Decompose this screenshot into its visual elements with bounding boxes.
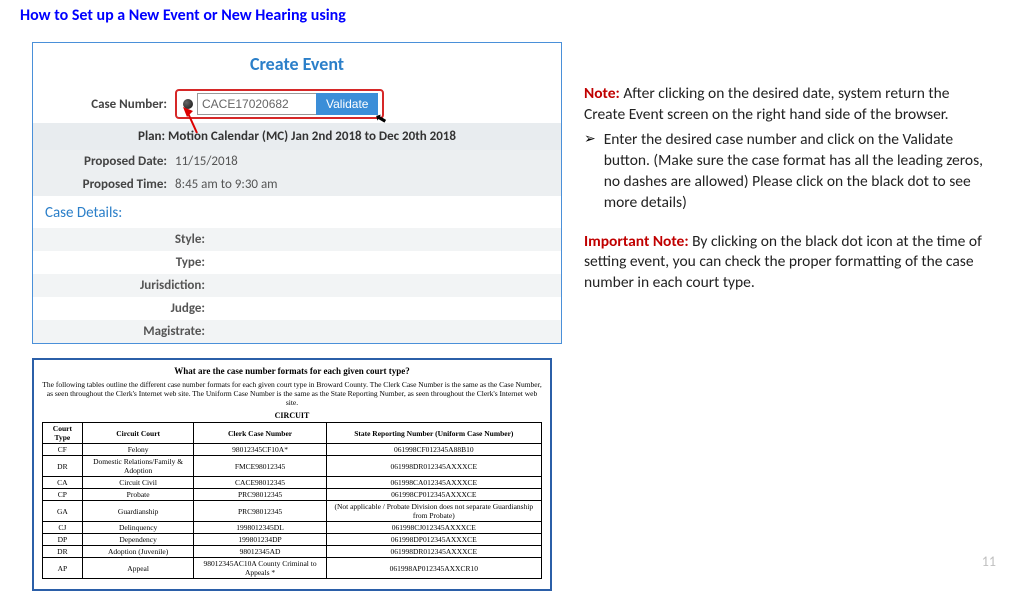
table-cell: 1998012345DL bbox=[194, 522, 326, 534]
table-cell: GA bbox=[43, 501, 83, 522]
left-column: Create Event Case Number: Validate ⬉ Pla… bbox=[32, 42, 562, 591]
circuit-label: CIRCUIT bbox=[42, 411, 542, 420]
judge-label: Judge: bbox=[33, 297, 213, 320]
proposed-time-row: Proposed Time: 8:45 am to 9:30 am bbox=[33, 173, 561, 196]
proposed-time-value: 8:45 am to 9:30 am bbox=[175, 177, 278, 192]
table-header: Clerk Case Number bbox=[194, 423, 326, 444]
table-cell: 061998DR012345AXXXCE bbox=[326, 546, 541, 558]
table-cell: PRC98012345 bbox=[194, 489, 326, 501]
table-cell: 98012345AD bbox=[194, 546, 326, 558]
table-cell: 98012345AC10A County Criminal to Appeals… bbox=[194, 558, 326, 579]
table-row: CJDelinquency1998012345DL061998CJ012345A… bbox=[43, 522, 542, 534]
table-cell: 061998CF012345A88B10 bbox=[326, 444, 541, 456]
bullet-arrow-icon: ➢ bbox=[584, 130, 596, 214]
plan-row: Plan: Motion Calendar (MC) Jan 2nd 2018 … bbox=[33, 123, 561, 150]
proposed-date-label: Proposed Date: bbox=[45, 154, 175, 169]
table-header: State Reporting Number (Uniform Case Num… bbox=[326, 423, 541, 444]
table-header: Circuit Court bbox=[82, 423, 194, 444]
table-cell: Delinquency bbox=[82, 522, 194, 534]
table-row: DRAdoption (Juvenile)98012345AD061998DR0… bbox=[43, 546, 542, 558]
style-label: Style: bbox=[33, 228, 213, 251]
table-cell: DR bbox=[43, 456, 83, 477]
instructions-column: Note: After clicking on the desired date… bbox=[584, 84, 992, 294]
important-paragraph: Important Note: By clicking on the black… bbox=[584, 232, 992, 295]
type-label: Type: bbox=[33, 251, 213, 274]
case-number-label: Case Number: bbox=[45, 97, 175, 112]
panel-heading: Create Event bbox=[33, 43, 561, 85]
table-cell: Appeal bbox=[82, 558, 194, 579]
note-paragraph: Note: After clicking on the desired date… bbox=[584, 84, 992, 126]
table-cell: 061998DP012345AXXXCE bbox=[326, 534, 541, 546]
case-formats-panel: What are the case number formats for eac… bbox=[32, 358, 552, 591]
table-cell: Adoption (Juvenile) bbox=[82, 546, 194, 558]
validate-button[interactable]: Validate bbox=[316, 93, 378, 115]
table-cell: 061998CJ012345AXXXCE bbox=[326, 522, 541, 534]
table-cell: AP bbox=[43, 558, 83, 579]
page-number: 11 bbox=[982, 553, 996, 570]
table-row: CFFelony98012345CF10A*061998CF012345A88B… bbox=[43, 444, 542, 456]
create-event-panel: Create Event Case Number: Validate ⬉ Pla… bbox=[32, 42, 562, 344]
table-cell: Guardianship bbox=[82, 501, 194, 522]
magistrate-label: Magistrate: bbox=[33, 320, 213, 343]
case-number-highlight: Validate ⬉ bbox=[175, 89, 384, 119]
table-cell: (Not applicable / Probate Division does … bbox=[326, 501, 541, 522]
bullet-item: ➢ Enter the desired case number and clic… bbox=[584, 130, 992, 214]
note-label: Note: bbox=[584, 84, 620, 103]
table-cell: Circuit Civil bbox=[82, 477, 194, 489]
table-cell: PRC98012345 bbox=[194, 501, 326, 522]
case-details-heading: Case Details: bbox=[33, 196, 561, 228]
table-cell: Probate bbox=[82, 489, 194, 501]
table-cell: Dependency bbox=[82, 534, 194, 546]
table-row: CACircuit CivilCACE98012345061998CA01234… bbox=[43, 477, 542, 489]
table-row: APAppeal98012345AC10A County Criminal to… bbox=[43, 558, 542, 579]
table-row: CPProbatePRC98012345061998CP012345AXXXCE bbox=[43, 489, 542, 501]
proposed-time-label: Proposed Time: bbox=[45, 177, 175, 192]
formats-intro: The following tables outline the differe… bbox=[42, 380, 542, 407]
table-cell: Felony bbox=[82, 444, 194, 456]
table-cell: DR bbox=[43, 546, 83, 558]
table-row: DPDependency199801234DP061998DP012345AXX… bbox=[43, 534, 542, 546]
table-cell: Domestic Relations/Family & Adoption bbox=[82, 456, 194, 477]
proposed-date-row: Proposed Date: 11/15/2018 bbox=[33, 150, 561, 173]
table-cell: 98012345CF10A* bbox=[194, 444, 326, 456]
bullet-text: Enter the desired case number and click … bbox=[604, 130, 992, 214]
table-header: Court Type bbox=[43, 423, 83, 444]
proposed-date-value: 11/15/2018 bbox=[175, 154, 238, 169]
table-cell: CP bbox=[43, 489, 83, 501]
case-details-list: Style: Type: Jurisdiction: Judge: Magist… bbox=[33, 228, 561, 343]
table-cell: CACE98012345 bbox=[194, 477, 326, 489]
table-row: GAGuardianshipPRC98012345(Not applicable… bbox=[43, 501, 542, 522]
table-cell: DP bbox=[43, 534, 83, 546]
table-cell: 061998DR012345AXXXCE bbox=[326, 456, 541, 477]
table-cell: CA bbox=[43, 477, 83, 489]
page-title: How to Set up a New Event or New Hearing… bbox=[0, 0, 1024, 25]
table-cell: 061998CA012345AXXXCE bbox=[326, 477, 541, 489]
table-cell: 199801234DP bbox=[194, 534, 326, 546]
table-cell: FMCE98012345 bbox=[194, 456, 326, 477]
table-cell: 061998AP012345AXXCR10 bbox=[326, 558, 541, 579]
table-row: DRDomestic Relations/Family & AdoptionFM… bbox=[43, 456, 542, 477]
jurisdiction-label: Jurisdiction: bbox=[33, 274, 213, 297]
case-number-input[interactable] bbox=[197, 93, 317, 115]
table-cell: CJ bbox=[43, 522, 83, 534]
table-cell: 061998CP012345AXXXCE bbox=[326, 489, 541, 501]
case-number-row: Case Number: Validate ⬉ bbox=[33, 85, 561, 123]
important-label: Important Note: bbox=[584, 232, 689, 251]
note-text: After clicking on the desired date, syst… bbox=[584, 84, 949, 124]
table-cell: CF bbox=[43, 444, 83, 456]
info-dot-icon[interactable] bbox=[183, 99, 193, 109]
formats-question: What are the case number formats for eac… bbox=[42, 366, 542, 376]
formats-table: Court TypeCircuit CourtClerk Case Number… bbox=[42, 422, 542, 579]
